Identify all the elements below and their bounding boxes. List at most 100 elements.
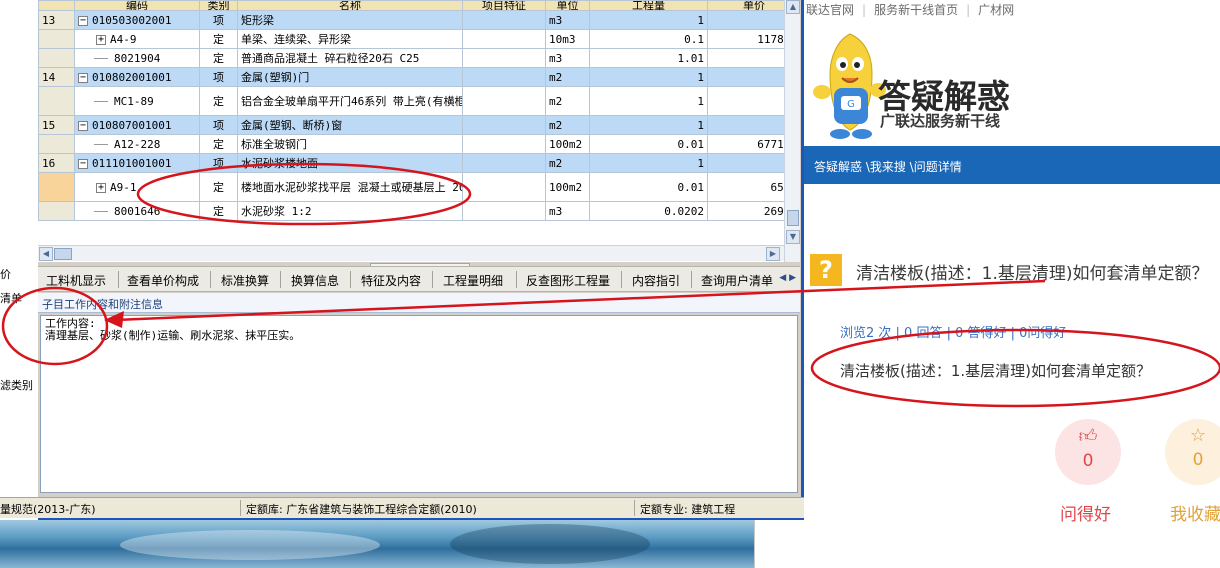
tab-scroll-arrows-icon[interactable]: ◀ ▶ bbox=[779, 273, 796, 283]
name-cell[interactable]: 普通商品混凝土 碎石粒径20石 C25 bbox=[237, 48, 463, 68]
tab-content-guide[interactable]: 内容指引 bbox=[632, 272, 680, 289]
table-row[interactable]: +A9-1定楼地面水泥砂浆找平层 混凝土或硬基层上 20mm100m20.016… bbox=[38, 172, 800, 202]
type-cell[interactable]: 定 bbox=[199, 86, 238, 116]
breadcrumb[interactable]: 答疑解惑 \我来搜 \问题详情 bbox=[814, 158, 962, 175]
feature-cell[interactable] bbox=[462, 172, 546, 202]
scroll-right-icon[interactable]: ▶ bbox=[766, 247, 780, 261]
table-row[interactable]: MC1-89定铝合金全玻单扇平开门46系列 带上亮(有横框)m2131 bbox=[38, 86, 800, 116]
row-number-cell[interactable] bbox=[38, 134, 75, 154]
quantity-cell[interactable]: 1.01 bbox=[589, 48, 708, 68]
tab-labor-material[interactable]: 工料机显示 bbox=[46, 272, 106, 289]
tab-conversion-info[interactable]: 换算信息 bbox=[291, 272, 339, 289]
collapse-icon[interactable]: − bbox=[78, 15, 88, 26]
tab-unit-price[interactable]: 查看单价构成 bbox=[127, 272, 199, 289]
code-cell[interactable]: 8001646 bbox=[74, 201, 200, 221]
unit-cell[interactable]: 100m2 bbox=[545, 172, 590, 202]
unit-cell[interactable]: 10m3 bbox=[545, 29, 590, 49]
link-material-net[interactable]: 广材网 bbox=[978, 3, 1014, 17]
quantity-cell[interactable]: 0.1 bbox=[589, 29, 708, 49]
scroll-left-icon[interactable]: ◀ bbox=[39, 247, 53, 261]
column-header[interactable]: 工程量 bbox=[589, 0, 708, 11]
table-row[interactable]: 13 −010503002001 项 矩形梁 m3 1 bbox=[38, 10, 800, 30]
unit-cell[interactable]: m2 bbox=[545, 86, 590, 116]
tab-standard-conversion[interactable]: 标准换算 bbox=[221, 272, 269, 289]
unit-cell[interactable]: m3 bbox=[545, 10, 590, 30]
table-row[interactable]: 8001646 定水泥砂浆 1:2 m3 0.0202 269.0 bbox=[38, 201, 800, 221]
type-cell[interactable]: 定 bbox=[199, 29, 238, 49]
quantity-cell[interactable]: 1 bbox=[589, 153, 708, 173]
table-row[interactable]: + A4-9 定单梁、连续梁、异形梁 10m3 0.1 1178.2 bbox=[38, 29, 800, 49]
name-cell[interactable]: 标准全玻钢门 bbox=[237, 134, 463, 154]
row-number-cell[interactable]: 15 bbox=[38, 115, 75, 135]
type-cell[interactable]: 定 bbox=[199, 134, 238, 154]
name-cell[interactable]: 金属(塑钢)门 bbox=[237, 67, 463, 87]
expand-icon[interactable]: + bbox=[96, 182, 106, 193]
column-header[interactable]: 单位 bbox=[545, 0, 590, 11]
tab-user-list[interactable]: 查询用户清单 bbox=[701, 272, 773, 289]
column-header[interactable]: 编码 bbox=[74, 0, 200, 11]
name-cell[interactable]: 水泥砂浆楼地面 bbox=[237, 153, 463, 173]
quantity-cell[interactable]: 1 bbox=[589, 67, 708, 87]
feature-cell[interactable] bbox=[462, 29, 546, 49]
code-cell[interactable]: −011101001001 bbox=[74, 153, 200, 173]
link-official-site[interactable]: 联达官网 bbox=[806, 3, 854, 17]
scroll-up-icon[interactable]: ▲ bbox=[786, 0, 800, 14]
feature-cell[interactable] bbox=[462, 48, 546, 68]
code-cell[interactable]: −010503002001 bbox=[74, 10, 200, 30]
quantity-cell[interactable]: 1 bbox=[589, 86, 708, 116]
type-cell[interactable]: 定 bbox=[199, 48, 238, 68]
unit-cell[interactable]: m2 bbox=[545, 115, 590, 135]
scroll-down-icon[interactable]: ▼ bbox=[786, 230, 800, 244]
unit-cell[interactable]: m3 bbox=[545, 48, 590, 68]
tab-features[interactable]: 特征及内容 bbox=[361, 272, 421, 289]
type-cell[interactable]: 定 bbox=[199, 172, 238, 202]
name-cell[interactable]: 铝合金全玻单扇平开门46系列 带上亮(有横框) bbox=[237, 86, 463, 116]
code-cell[interactable]: −010802001001 bbox=[74, 67, 200, 87]
vertical-scrollbar[interactable]: ▲ ▼ bbox=[784, 0, 800, 262]
feature-cell[interactable] bbox=[462, 115, 546, 135]
code-cell[interactable]: A12-228 bbox=[74, 134, 200, 154]
unit-cell[interactable]: 100m2 bbox=[545, 134, 590, 154]
expand-icon[interactable]: + bbox=[96, 34, 106, 45]
feature-cell[interactable] bbox=[462, 201, 546, 221]
table-row[interactable]: 16 −011101001001 项 水泥砂浆楼地面 m2 1 bbox=[38, 153, 800, 173]
code-cell[interactable]: −010807001001 bbox=[74, 115, 200, 135]
collapse-icon[interactable]: − bbox=[78, 120, 88, 131]
quantity-cell[interactable]: 0.01 bbox=[589, 134, 708, 154]
code-cell[interactable]: MC1-89 bbox=[74, 86, 200, 116]
quantity-cell[interactable]: 0.0202 bbox=[589, 201, 708, 221]
row-number-cell[interactable] bbox=[38, 172, 75, 202]
type-cell[interactable]: 项 bbox=[199, 10, 238, 30]
good-question-button[interactable]: 👍︎ 0 bbox=[1055, 419, 1121, 485]
good-question-label[interactable]: 问得好 bbox=[1060, 500, 1111, 525]
row-number-cell[interactable] bbox=[38, 29, 75, 49]
type-cell[interactable]: 项 bbox=[199, 153, 238, 173]
collapse-icon[interactable]: − bbox=[78, 72, 88, 83]
table-row[interactable]: 14 −010802001001 项 金属(塑钢)门 m2 1 bbox=[38, 67, 800, 87]
scroll-thumb[interactable] bbox=[54, 248, 72, 260]
column-header[interactable]: 类别 bbox=[199, 0, 238, 11]
horizontal-scrollbar[interactable]: ◀ ▶ bbox=[38, 245, 784, 261]
quantity-cell[interactable]: 0.01 bbox=[589, 172, 708, 202]
column-header[interactable]: 名称 bbox=[237, 0, 463, 11]
feature-cell[interactable] bbox=[462, 67, 546, 87]
type-cell[interactable]: 项 bbox=[199, 115, 238, 135]
row-number-cell[interactable]: 16 bbox=[38, 153, 75, 173]
collapse-icon[interactable]: − bbox=[78, 158, 88, 169]
row-number-cell[interactable]: 14 bbox=[38, 67, 75, 87]
tab-reverse-lookup[interactable]: 反查图形工程量 bbox=[526, 272, 610, 289]
unit-cell[interactable]: m3 bbox=[545, 201, 590, 221]
item-grid[interactable]: 编码 类别 名称 项目特征 单位 工程量 单价 13−010503002001 项… bbox=[38, 0, 800, 262]
code-cell[interactable]: 8021904 bbox=[74, 48, 200, 68]
name-cell[interactable]: 矩形梁 bbox=[237, 10, 463, 30]
unit-cell[interactable]: m2 bbox=[545, 67, 590, 87]
code-cell[interactable]: + A9-1 bbox=[74, 172, 200, 202]
column-header[interactable]: 项目特征 bbox=[462, 0, 546, 11]
row-number-cell[interactable]: 13 bbox=[38, 10, 75, 30]
favorite-label[interactable]: 我收藏 bbox=[1170, 500, 1220, 525]
tab-quantity-detail[interactable]: 工程量明细 bbox=[443, 272, 503, 289]
feature-cell[interactable] bbox=[462, 86, 546, 116]
quantity-cell[interactable]: 1 bbox=[589, 10, 708, 30]
row-number-cell[interactable] bbox=[38, 201, 75, 221]
favorite-button[interactable]: ☆ 0 bbox=[1165, 419, 1220, 485]
